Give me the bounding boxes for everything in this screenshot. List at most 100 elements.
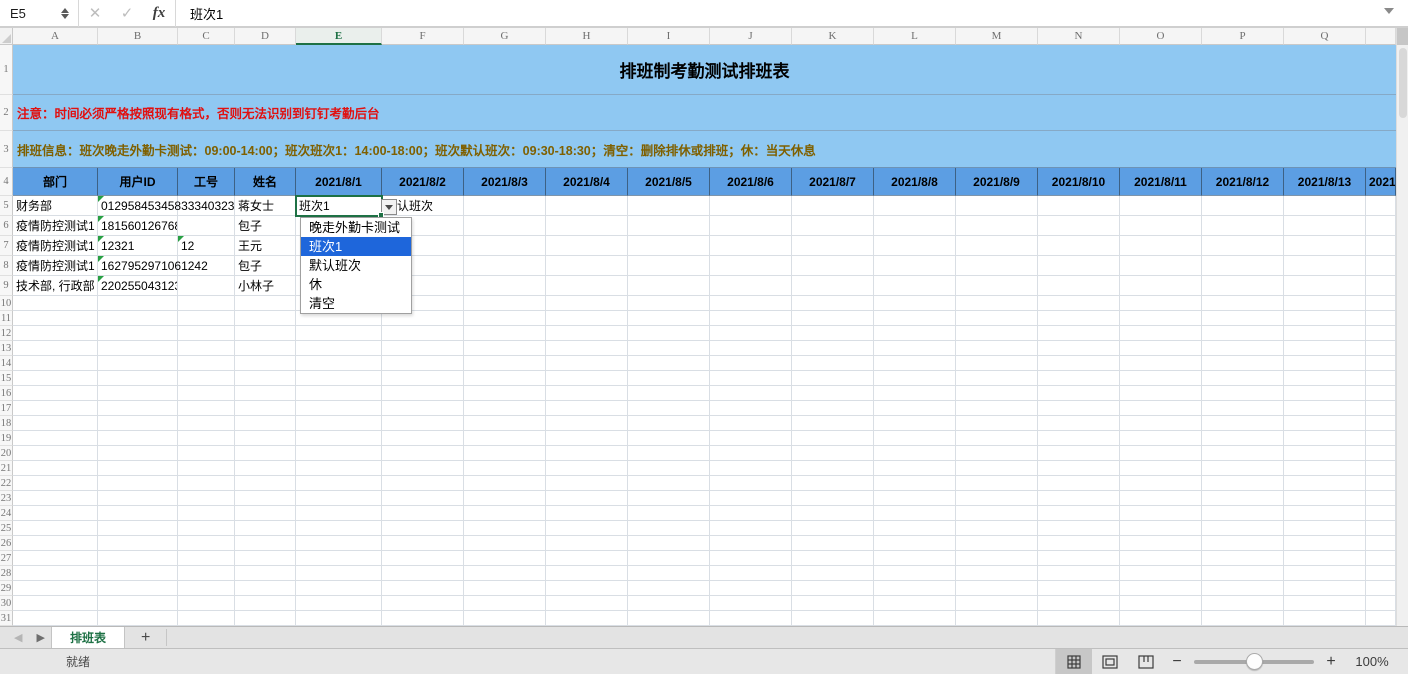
cell-H26[interactable] [546, 536, 628, 551]
cell-N15[interactable] [1038, 371, 1120, 386]
cell-D15[interactable] [235, 371, 296, 386]
cell-L24[interactable] [874, 506, 956, 521]
cell-P15[interactable] [1202, 371, 1284, 386]
cell-E27[interactable] [296, 551, 382, 566]
cell-F18[interactable] [382, 416, 464, 431]
cell-G19[interactable] [464, 431, 546, 446]
cell-O13[interactable] [1120, 341, 1202, 356]
cell-D22[interactable] [235, 476, 296, 491]
cell-F25[interactable] [382, 521, 464, 536]
row-header-14[interactable]: 14 [0, 356, 13, 371]
cell-P29[interactable] [1202, 581, 1284, 596]
row-header-28[interactable]: 28 [0, 566, 13, 581]
cell-M9[interactable] [956, 276, 1038, 296]
cell-R17[interactable] [1366, 401, 1396, 416]
cell-B11[interactable] [98, 311, 178, 326]
column-header-J[interactable]: J [710, 28, 792, 45]
cell-K20[interactable] [792, 446, 874, 461]
cell-H12[interactable] [546, 326, 628, 341]
cell-R25[interactable] [1366, 521, 1396, 536]
cell-O27[interactable] [1120, 551, 1202, 566]
cell-E14[interactable] [296, 356, 382, 371]
cell-M5[interactable] [956, 196, 1038, 216]
header-cell-M4[interactable]: 2021/8/9 [956, 168, 1038, 196]
cell-M6[interactable] [956, 216, 1038, 236]
cell-N20[interactable] [1038, 446, 1120, 461]
formula-input[interactable]: 班次1 [176, 0, 1408, 26]
name-box-spinner[interactable] [58, 4, 72, 22]
cell-L10[interactable] [874, 296, 956, 311]
cell-M28[interactable] [956, 566, 1038, 581]
cell-P19[interactable] [1202, 431, 1284, 446]
row-header-7[interactable]: 7 [0, 236, 13, 256]
cell-P25[interactable] [1202, 521, 1284, 536]
cell-J26[interactable] [710, 536, 792, 551]
cell-A14[interactable] [13, 356, 98, 371]
cell-H11[interactable] [546, 311, 628, 326]
cell-B22[interactable] [98, 476, 178, 491]
cell-N13[interactable] [1038, 341, 1120, 356]
cell-R6[interactable] [1366, 216, 1396, 236]
zoom-slider-thumb[interactable] [1246, 653, 1263, 670]
cell-R28[interactable] [1366, 566, 1396, 581]
cell-O9[interactable] [1120, 276, 1202, 296]
header-cell-C4[interactable]: 工号 [178, 168, 235, 196]
cell-C16[interactable] [178, 386, 235, 401]
cell-A9[interactable]: 技术部, 行政部 [13, 276, 98, 296]
cell-Q20[interactable] [1284, 446, 1366, 461]
cell-J17[interactable] [710, 401, 792, 416]
cell-Q6[interactable] [1284, 216, 1366, 236]
cell-R30[interactable] [1366, 596, 1396, 611]
cell-P8[interactable] [1202, 256, 1284, 276]
cell-P31[interactable] [1202, 611, 1284, 626]
cell-H31[interactable] [546, 611, 628, 626]
cell-J23[interactable] [710, 491, 792, 506]
cell-O16[interactable] [1120, 386, 1202, 401]
cell-P18[interactable] [1202, 416, 1284, 431]
cell-J30[interactable] [710, 596, 792, 611]
cell-Q5[interactable] [1284, 196, 1366, 216]
cell-A22[interactable] [13, 476, 98, 491]
cell-G5[interactable] [464, 196, 546, 216]
cell-J5[interactable] [710, 196, 792, 216]
cell-K19[interactable] [792, 431, 874, 446]
cell-I6[interactable] [628, 216, 710, 236]
cell-O5[interactable] [1120, 196, 1202, 216]
header-cell-N4[interactable]: 2021/8/10 [1038, 168, 1120, 196]
cell-B6[interactable]: 1815601267682 [98, 216, 178, 236]
cell-D20[interactable] [235, 446, 296, 461]
cell-G13[interactable] [464, 341, 546, 356]
cell-R24[interactable] [1366, 506, 1396, 521]
cell-E29[interactable] [296, 581, 382, 596]
cell-I29[interactable] [628, 581, 710, 596]
cell-P5[interactable] [1202, 196, 1284, 216]
row-header-2[interactable]: 2 [0, 95, 13, 131]
cell-H6[interactable] [546, 216, 628, 236]
cell-B9[interactable]: 2202550431234 [98, 276, 178, 296]
cell-N12[interactable] [1038, 326, 1120, 341]
cell-J10[interactable] [710, 296, 792, 311]
column-header-M[interactable]: M [956, 28, 1038, 45]
cell-F27[interactable] [382, 551, 464, 566]
dropdown-item-4[interactable]: 清空 [301, 294, 411, 313]
cell-I23[interactable] [628, 491, 710, 506]
cell-A24[interactable] [13, 506, 98, 521]
cell-D14[interactable] [235, 356, 296, 371]
column-header-E[interactable]: E [296, 28, 382, 45]
cell-J16[interactable] [710, 386, 792, 401]
cell-O28[interactable] [1120, 566, 1202, 581]
cell-G23[interactable] [464, 491, 546, 506]
cell-P28[interactable] [1202, 566, 1284, 581]
cell-B14[interactable] [98, 356, 178, 371]
cell-N26[interactable] [1038, 536, 1120, 551]
cell-C17[interactable] [178, 401, 235, 416]
cell-B28[interactable] [98, 566, 178, 581]
cell-A13[interactable] [13, 341, 98, 356]
header-cell-L4[interactable]: 2021/8/8 [874, 168, 956, 196]
cell-H25[interactable] [546, 521, 628, 536]
cell-D11[interactable] [235, 311, 296, 326]
column-header-A[interactable]: A [13, 28, 98, 45]
cell-H18[interactable] [546, 416, 628, 431]
cell-Q11[interactable] [1284, 311, 1366, 326]
sheet-tab-active[interactable]: 排班表 [51, 627, 125, 648]
